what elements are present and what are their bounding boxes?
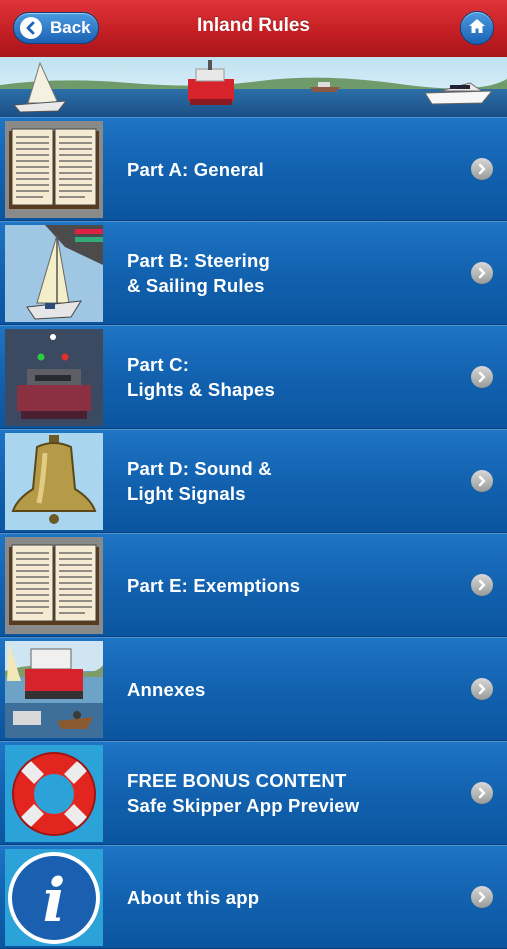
menu-item-part-a[interactable]: Part A: General xyxy=(0,117,507,221)
nav-bar: Back Inland Rules xyxy=(0,0,507,58)
menu-item-part-d[interactable]: Part D: Sound & Light Signals xyxy=(0,429,507,533)
menu-item-annexes[interactable]: Annexes xyxy=(0,637,507,741)
menu-item-title: About this app xyxy=(127,886,260,908)
menu-item-title: FREE BONUS CONTENT xyxy=(127,770,347,791)
book-icon xyxy=(5,121,103,218)
sailboat-icon xyxy=(5,225,103,322)
bell-icon xyxy=(5,433,103,530)
chevron-right-icon xyxy=(471,782,493,804)
menu-item-part-e[interactable]: Part E: Exemptions xyxy=(0,533,507,637)
menu-item-title: Part C: xyxy=(127,354,190,375)
menu-item-bonus-content[interactable]: FREE BONUS CONTENT Safe Skipper App Prev… xyxy=(0,741,507,845)
page-title: Inland Rules xyxy=(197,15,310,36)
life-ring-icon xyxy=(5,745,103,842)
menu-item-title: Part E: Exemptions xyxy=(127,574,301,596)
menu-item-subtitle: & Sailing Rules xyxy=(127,275,265,296)
menu-item-title: Part A: General xyxy=(127,158,264,180)
harbor-icon xyxy=(5,641,103,738)
rules-menu-list: Part A: General Part B: Steering & Saili… xyxy=(0,117,507,949)
home-icon xyxy=(468,18,486,39)
chevron-right-icon xyxy=(471,366,493,388)
menu-item-subtitle: Lights & Shapes xyxy=(127,379,275,400)
menu-item-part-b[interactable]: Part B: Steering & Sailing Rules xyxy=(0,221,507,325)
home-button[interactable] xyxy=(460,11,494,45)
chevron-right-icon xyxy=(471,574,493,596)
svg-text:i: i xyxy=(43,866,66,936)
menu-item-about[interactable]: i About this app xyxy=(0,845,507,949)
vessel-lights-icon xyxy=(5,329,103,426)
info-icon: i xyxy=(5,849,103,946)
chevron-right-icon xyxy=(471,470,493,492)
chevron-right-icon xyxy=(471,886,493,908)
chevron-right-icon xyxy=(471,678,493,700)
menu-item-title: Annexes xyxy=(127,678,206,700)
menu-item-title: Part B: Steering xyxy=(127,250,271,271)
chevron-right-icon xyxy=(471,262,493,284)
chevron-right-icon xyxy=(471,158,493,180)
menu-item-subtitle: Light Signals xyxy=(127,483,246,504)
menu-item-title: Part D: Sound & xyxy=(127,458,272,479)
header-banner xyxy=(0,57,507,117)
menu-item-subtitle: Safe Skipper App Preview xyxy=(127,795,360,816)
book-icon xyxy=(5,537,103,634)
menu-item-part-c[interactable]: Part C: Lights & Shapes xyxy=(0,325,507,429)
